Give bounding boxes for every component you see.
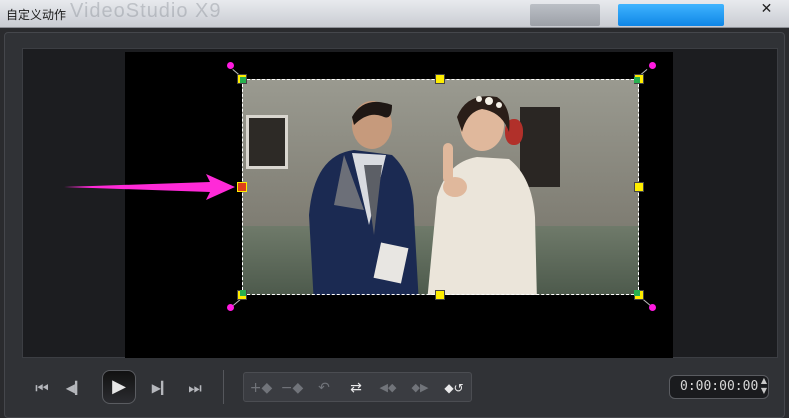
prev-keyframe-button[interactable]: ◀◆: [374, 375, 402, 401]
remove-keyframe-icon: −◆: [280, 380, 304, 396]
reset-keyframe-button[interactable]: ◆↺: [440, 375, 468, 401]
skip-back-icon: ⏮: [35, 379, 49, 397]
previous-frame-button[interactable]: ◀▎: [62, 375, 88, 401]
brand-watermark: VideoStudio X9: [70, 0, 222, 22]
preview-photo[interactable]: [242, 79, 639, 295]
photo-woman: [427, 96, 537, 295]
photo-man: [309, 101, 419, 295]
go-to-end-button[interactable]: ⏭: [182, 375, 208, 401]
step-forward-icon: ▶▎: [151, 381, 171, 395]
next-keyframe-button[interactable]: ◆▶: [406, 375, 434, 401]
window-title: 自定义动作: [6, 8, 67, 22]
close-icon: ✕: [760, 1, 773, 17]
next-keyframe-icon: ◆▶: [411, 381, 429, 394]
play-icon: ▶: [112, 376, 126, 397]
rotate-handle-top-left[interactable]: [227, 62, 234, 69]
timecode-spinner[interactable]: ▲ ▼: [758, 376, 770, 398]
add-keyframe-button[interactable]: +◆: [247, 375, 275, 401]
timecode-field[interactable]: 0:00:00:00: [669, 375, 769, 399]
step-back-icon: ◀▎: [65, 381, 85, 395]
title-bar: 自定义动作 VideoStudio X9 ✕: [0, 0, 789, 28]
toolbar-divider: [223, 370, 224, 404]
background-tab: [530, 4, 600, 26]
play-button[interactable]: ▶: [102, 370, 136, 404]
rotate-handle-bottom-right[interactable]: [649, 304, 656, 311]
spin-down-icon[interactable]: ▼: [758, 386, 770, 396]
annotation-arrow-icon: [64, 174, 235, 200]
close-button[interactable]: ✕: [744, 0, 789, 20]
go-to-start-button[interactable]: ⏮: [29, 375, 55, 401]
rotate-handle-top-right[interactable]: [649, 62, 656, 69]
background-tab-active: [618, 4, 724, 26]
rotate-handle-bottom-left[interactable]: [227, 304, 234, 311]
swap-keyframes-button[interactable]: ⇄: [342, 375, 370, 401]
keyframe-toolbar: +◆ −◆ ↶ ⇄ ◀◆ ◆▶ ◆↺: [243, 372, 472, 402]
distort-handle-bottom-left[interactable]: [240, 290, 246, 296]
reset-icon: ◆↺: [444, 381, 464, 395]
add-keyframe-icon: +◆: [249, 380, 273, 396]
distort-handle-top-left[interactable]: [240, 77, 246, 83]
skip-forward-icon: ⏭: [188, 379, 202, 397]
reverse-icon: ↶: [318, 380, 330, 396]
resize-handle-bottom[interactable]: [435, 290, 445, 300]
next-frame-button[interactable]: ▶▎: [148, 375, 174, 401]
distort-handle-bottom-right[interactable]: [634, 290, 640, 296]
prev-keyframe-icon: ◀◆: [379, 381, 397, 394]
spin-up-icon[interactable]: ▲: [758, 376, 770, 386]
resize-handle-top[interactable]: [435, 74, 445, 84]
resize-handle-right[interactable]: [634, 182, 644, 192]
custom-motion-window: 自定义动作 VideoStudio X9 ✕ ⏮ ◀▎ ▶ ▶▎ ⏭ +◆ −◆…: [0, 0, 789, 418]
remove-keyframe-button[interactable]: −◆: [278, 375, 306, 401]
distort-handle-top-right[interactable]: [634, 77, 640, 83]
reverse-keyframe-button[interactable]: ↶: [310, 375, 338, 401]
swap-icon: ⇄: [350, 380, 362, 396]
